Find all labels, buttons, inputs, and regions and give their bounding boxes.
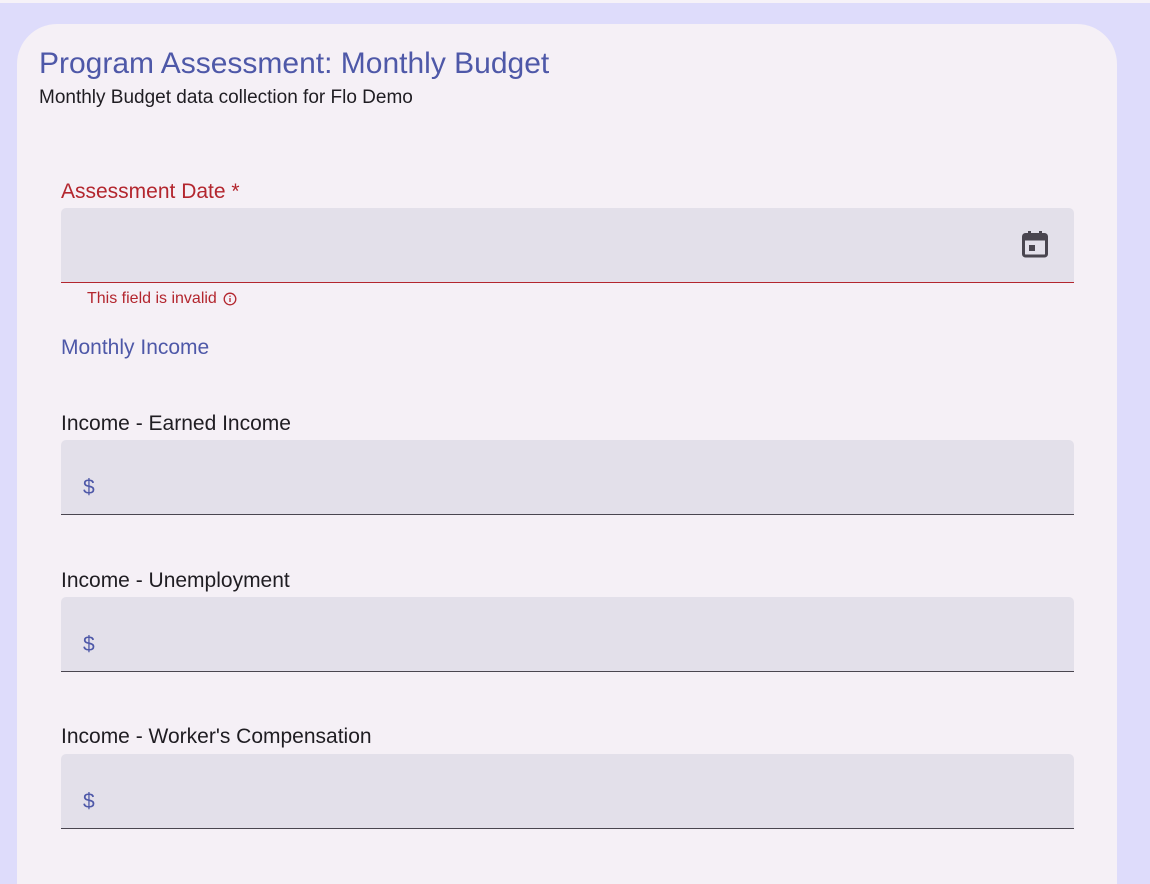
info-icon: [223, 292, 237, 306]
error-message: This field is invalid: [87, 290, 217, 307]
form-card: Program Assessment: Monthly Budget Month…: [17, 24, 1117, 884]
workers-compensation-field[interactable]: $: [61, 754, 1074, 829]
unemployment-field[interactable]: $: [61, 597, 1074, 672]
currency-prefix: $: [83, 790, 95, 813]
section-monthly-income: Monthly Income: [61, 336, 210, 359]
earned-income-input[interactable]: [105, 470, 1005, 506]
earned-income-field[interactable]: $: [61, 440, 1074, 515]
form-subtitle: Monthly Budget data collection for Flo D…: [39, 87, 413, 108]
assessment-date-label: Assessment Date *: [61, 180, 240, 203]
workers-compensation-label: Income - Worker's Compensation: [61, 725, 372, 748]
assessment-date-input[interactable]: [83, 208, 983, 282]
form-title: Program Assessment: Monthly Budget: [39, 47, 550, 80]
currency-prefix: $: [83, 633, 95, 656]
assessment-date-field[interactable]: [61, 208, 1074, 283]
workers-compensation-input[interactable]: [105, 784, 1005, 820]
top-strip: [0, 0, 1150, 3]
unemployment-input[interactable]: [105, 627, 1005, 663]
assessment-date-error: This field is invalid: [87, 289, 237, 309]
unemployment-label: Income - Unemployment: [61, 569, 290, 592]
earned-income-label: Income - Earned Income: [61, 412, 291, 435]
currency-prefix: $: [83, 476, 95, 499]
calendar-icon[interactable]: [1022, 230, 1048, 258]
